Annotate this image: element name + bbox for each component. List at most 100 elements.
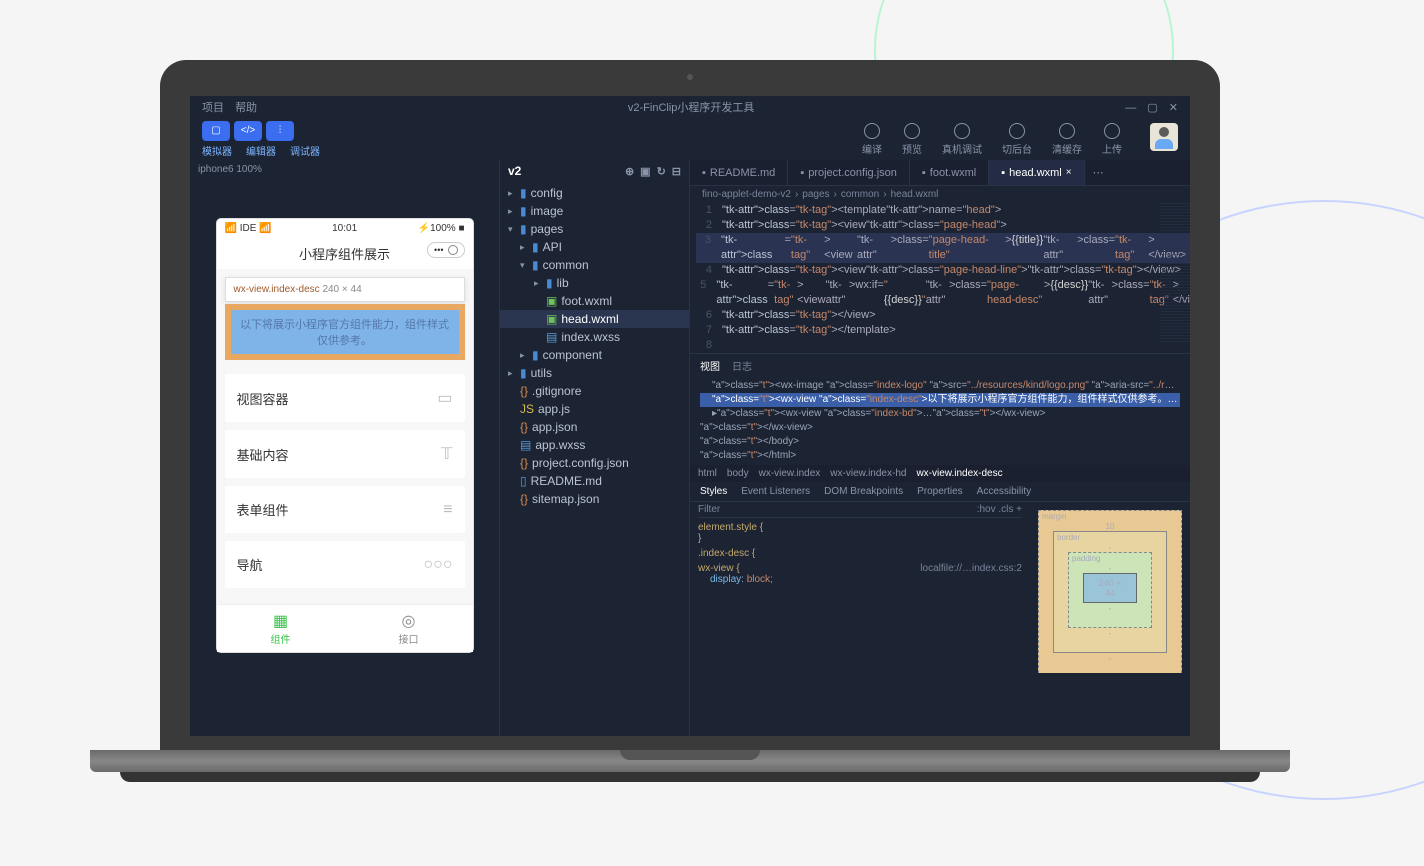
collapse-icon[interactable]: ⊟: [672, 165, 681, 178]
code-editor[interactable]: 1"tk-attr">class="tk-tag"><template "tk-…: [690, 203, 1190, 353]
inspect-tooltip: wx-view.index-desc 240 × 44: [225, 277, 465, 302]
tree-item[interactable]: ▸▮image: [500, 202, 689, 220]
window-close-icon[interactable]: ✕: [1169, 102, 1178, 114]
capsule-close-icon[interactable]: [448, 245, 458, 255]
phone-tab-components[interactable]: ▦组件: [217, 605, 345, 652]
tree-item[interactable]: {}.gitignore: [500, 382, 689, 400]
titlebar: 项目 帮助 v2-FinClip小程序开发工具 — ▢ ✕: [190, 96, 1190, 118]
laptop-mockup: 项目 帮助 v2-FinClip小程序开发工具 — ▢ ✕ ▢ </> ⫶: [160, 60, 1220, 782]
pill-simulator-icon[interactable]: ▢: [202, 121, 230, 141]
tree-item[interactable]: ▸▮config: [500, 184, 689, 202]
tree-item[interactable]: ▾▮pages: [500, 220, 689, 238]
action-upload[interactable]: 上传: [1102, 123, 1122, 156]
dom-node[interactable]: "a">class="t"><wx-image "a">class="index…: [700, 379, 1180, 393]
list-item[interactable]: 视图容器▭: [225, 374, 465, 422]
devtools-tab-log[interactable]: 日志: [732, 358, 752, 373]
crumb-item[interactable]: wx-view.index: [759, 468, 821, 479]
avatar[interactable]: [1150, 123, 1178, 151]
tree-item[interactable]: JSapp.js: [500, 400, 689, 418]
simulator-pane: iphone6 100% 📶 IDE 📶 10:01 ⚡100% ■ 小程序组件…: [190, 160, 500, 736]
explorer-root[interactable]: v2: [508, 164, 521, 178]
tree-item[interactable]: ▤app.wxss: [500, 436, 689, 454]
phone-capsule-menu[interactable]: •••: [427, 242, 464, 258]
tree-item[interactable]: ▸▮API: [500, 238, 689, 256]
action-background[interactable]: 切后台: [1002, 123, 1032, 156]
editor-tab[interactable]: ▪head.wxml×: [989, 160, 1084, 185]
editor-tab[interactable]: ▪README.md: [690, 160, 788, 185]
crumb-item[interactable]: body: [727, 468, 749, 479]
refresh-icon[interactable]: ↻: [657, 165, 666, 178]
dom-node[interactable]: "a">class="t"></html>: [700, 449, 1180, 463]
editor-breadcrumb: fino-applet-demo-v2›pages›common›head.wx…: [690, 186, 1190, 203]
tree-item[interactable]: {}project.config.json: [500, 454, 689, 472]
editor-tab[interactable]: ▪foot.wxml: [910, 160, 989, 185]
dom-breadcrumb[interactable]: html body wx-view.index wx-view.index-hd wx-…: [690, 465, 1190, 482]
tree-item[interactable]: {}app.json: [500, 418, 689, 436]
tabs-more-icon[interactable]: ⋯: [1085, 160, 1112, 185]
remote-debug-icon: [954, 123, 970, 139]
preview-icon: [904, 123, 920, 139]
inspected-element-highlight[interactable]: 以下将展示小程序官方组件能力，组件样式仅供参考。: [225, 304, 465, 360]
dom-node[interactable]: "a">class="t"><wx-view "a">class="index-…: [700, 393, 1180, 407]
devtools-panel: 视图 日志 "a">class="t"><wx-image "a">class=…: [690, 353, 1190, 673]
editor-tab[interactable]: ▪project.config.json: [788, 160, 910, 185]
menu-help[interactable]: 帮助: [235, 102, 257, 114]
pill-debugger-icon[interactable]: ⫶: [266, 121, 294, 141]
panel-tab[interactable]: Accessibility: [977, 486, 1031, 497]
minimap[interactable]: [1160, 203, 1190, 343]
panel-tab[interactable]: Styles: [700, 486, 727, 497]
components-icon: ▦: [217, 611, 345, 631]
dom-node[interactable]: "a">class="t"></body>: [700, 435, 1180, 449]
tree-item[interactable]: ▤index.wxss: [500, 328, 689, 346]
pill-label-debugger: 调试器: [290, 143, 320, 158]
crumb-item[interactable]: html: [698, 468, 717, 479]
crumb-item[interactable]: wx-view.index-desc: [916, 468, 1002, 479]
phone-preview: 📶 IDE 📶 10:01 ⚡100% ■ 小程序组件展示 ••• wx-vie…: [217, 219, 473, 652]
tree-item[interactable]: ▯README.md: [500, 472, 689, 490]
phone-status-right: ⚡100% ■: [418, 223, 465, 234]
window-max-icon[interactable]: ▢: [1147, 102, 1157, 114]
phone-tab-interface[interactable]: ◎接口: [345, 605, 473, 652]
panel-tab[interactable]: Properties: [917, 486, 963, 497]
new-file-icon[interactable]: ⊕: [625, 165, 634, 178]
tree-item[interactable]: ▣head.wxml: [500, 310, 689, 328]
editor-tabs: ▪README.md▪project.config.json▪foot.wxml…: [690, 160, 1190, 186]
tree-item[interactable]: ▸▮utils: [500, 364, 689, 382]
list-item[interactable]: 导航○○○: [225, 541, 465, 588]
action-remote-debug[interactable]: 真机调试: [942, 123, 982, 156]
list-item[interactable]: 基础内容𝕋: [225, 430, 465, 478]
list-item[interactable]: 表单组件≡: [225, 486, 465, 533]
action-compile[interactable]: 编译: [862, 123, 882, 156]
tree-item[interactable]: ▸▮component: [500, 346, 689, 364]
menu-project[interactable]: 项目: [202, 102, 224, 114]
panel-tab[interactable]: Event Listeners: [741, 486, 810, 497]
tree-item[interactable]: ▾▮common: [500, 256, 689, 274]
crumb-item[interactable]: wx-view.index-hd: [830, 468, 906, 479]
background-icon: [1009, 123, 1025, 139]
tree-item[interactable]: {}sitemap.json: [500, 490, 689, 508]
box-model: margin10 border- padding- 240 × 44 - -: [1030, 502, 1190, 673]
action-clear-cache[interactable]: 清缓存: [1052, 123, 1082, 156]
devtools-tab-view[interactable]: 视图: [700, 358, 720, 373]
dom-node[interactable]: ▸"a">class="t"><wx-view "a">class="index…: [700, 407, 1180, 421]
tree-item[interactable]: ▸▮lib: [500, 274, 689, 292]
dom-node[interactable]: "a">class="t"></wx-view>: [700, 421, 1180, 435]
dom-tree[interactable]: "a">class="t"><wx-image "a">class="index…: [690, 377, 1190, 465]
window-title: v2-FinClip小程序开发工具: [628, 99, 755, 115]
pill-editor-icon[interactable]: </>: [234, 121, 262, 141]
compile-icon: [864, 123, 880, 139]
toolbar: ▢ </> ⫶ 模拟器 编辑器 调试器 编译 预览 真机调试 切后台 清缓存: [190, 118, 1190, 160]
file-explorer: v2 ⊕ ▣ ↻ ⊟ ▸▮config▸▮image▾▮pages▸▮API▾▮…: [500, 160, 690, 736]
phone-status-left: 📶 IDE 📶: [225, 223, 272, 234]
panel-tab[interactable]: DOM Breakpoints: [824, 486, 903, 497]
new-folder-icon[interactable]: ▣: [640, 165, 650, 178]
window-min-icon[interactable]: —: [1125, 102, 1136, 114]
phone-page-title: 小程序组件展示: [299, 247, 390, 262]
styles-filter-controls[interactable]: :hov .cls +: [977, 504, 1022, 515]
styles-panel[interactable]: Filter :hov .cls + element.style {}.inde…: [690, 502, 1030, 673]
styles-filter-input[interactable]: Filter: [698, 504, 720, 515]
action-preview[interactable]: 预览: [902, 123, 922, 156]
close-tab-icon[interactable]: ×: [1066, 167, 1072, 178]
clear-cache-icon: [1059, 123, 1075, 139]
tree-item[interactable]: ▣foot.wxml: [500, 292, 689, 310]
